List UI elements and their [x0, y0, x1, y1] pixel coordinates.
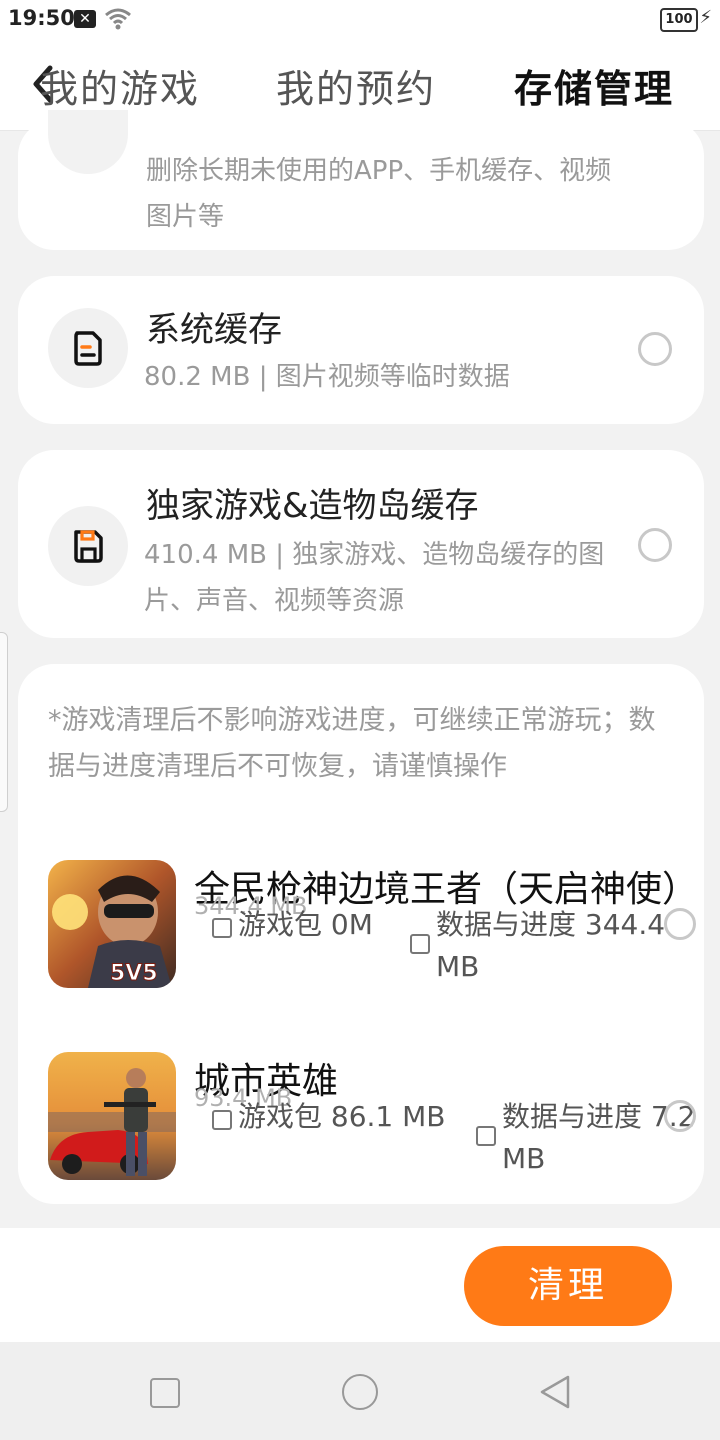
game-thumbnail: 5V5 [48, 860, 176, 988]
exclusive-cache-title: 独家游戏&造物岛缓存 [146, 486, 479, 526]
data-progress-label: 数据与进度 344.4 MB [436, 908, 666, 983]
document-icon-wrap [48, 308, 128, 388]
x-box-icon: ✕ [74, 10, 96, 28]
system-cache-title: 系统缓存 [146, 310, 282, 350]
charging-icon: ⚡ [699, 7, 712, 28]
package-checkbox[interactable] [212, 918, 232, 938]
system-nav-bar [0, 1342, 720, 1440]
data-progress-checkbox[interactable] [410, 934, 430, 954]
game-thumbnail [48, 1052, 176, 1180]
system-cache-desc: 80.2 MB | 图片视频等临时数据 [144, 362, 510, 392]
game-row-radio[interactable] [664, 908, 696, 940]
bottom-action-bar: 清理 [0, 1228, 720, 1342]
exclusive-cache-desc: 410.4 MB | 独家游戏、造物岛缓存的图片、声音、视频等资源 [144, 540, 605, 616]
exclusive-cache-radio[interactable] [638, 528, 672, 562]
game-row[interactable]: 5V5 全民枪神边境王者（天启神使） 344.4 MB 游戏包 0M 数据与进度… [48, 860, 698, 990]
cleanup-notice: *游戏清理后不影响游戏进度，可继续正常游玩；数据与进度清理后不可恢复，请谨慎操作 [48, 705, 656, 782]
clean-button[interactable]: 清理 [464, 1246, 672, 1326]
package-checkbox[interactable] [212, 1110, 232, 1130]
status-bar: 19:50 ✕ 100 ⚡ [0, 0, 720, 38]
battery-indicator: 100 [660, 8, 698, 32]
save-disk-icon [74, 530, 103, 563]
tab-my-reservations[interactable]: 我的预约 [276, 58, 436, 113]
game-row-radio[interactable] [664, 1100, 696, 1132]
svg-text:5V5: 5V5 [110, 961, 158, 986]
status-time: 19:50 [8, 6, 75, 30]
card-description: 删除长期未使用的APP、手机缓存、视频图片等 [146, 156, 612, 232]
game-row[interactable]: 城市英雄 93.4 MB 游戏包 86.1 MB 数据与进度 7.2 MB [48, 1052, 698, 1182]
app-cache-card[interactable]: 删除长期未使用的APP、手机缓存、视频图片等 [18, 110, 704, 250]
data-progress-checkbox[interactable] [476, 1126, 496, 1146]
back-triangle-icon[interactable] [538, 1374, 572, 1414]
tab-storage-management[interactable]: 存储管理 [514, 58, 674, 113]
recent-apps-icon[interactable] [150, 1378, 180, 1408]
package-label: 游戏包 0M [238, 908, 373, 941]
games-section: *游戏清理后不影响游戏进度，可继续正常游玩；数据与进度清理后不可恢复，请谨慎操作… [18, 664, 704, 1204]
system-cache-radio[interactable] [638, 332, 672, 366]
tab-my-games[interactable]: 我的游戏 [40, 58, 200, 113]
card-icon-circle [48, 110, 128, 174]
edge-handle[interactable] [0, 632, 8, 812]
document-icon [74, 331, 102, 366]
home-icon[interactable] [342, 1374, 378, 1410]
save-disk-icon-wrap [48, 506, 128, 586]
wifi-icon [104, 6, 132, 34]
exclusive-cache-card[interactable]: 独家游戏&造物岛缓存 410.4 MB | 独家游戏、造物岛缓存的图片、声音、视… [18, 450, 704, 638]
package-label: 游戏包 86.1 MB [238, 1100, 446, 1133]
system-cache-card[interactable]: 系统缓存 80.2 MB | 图片视频等临时数据 [18, 276, 704, 424]
